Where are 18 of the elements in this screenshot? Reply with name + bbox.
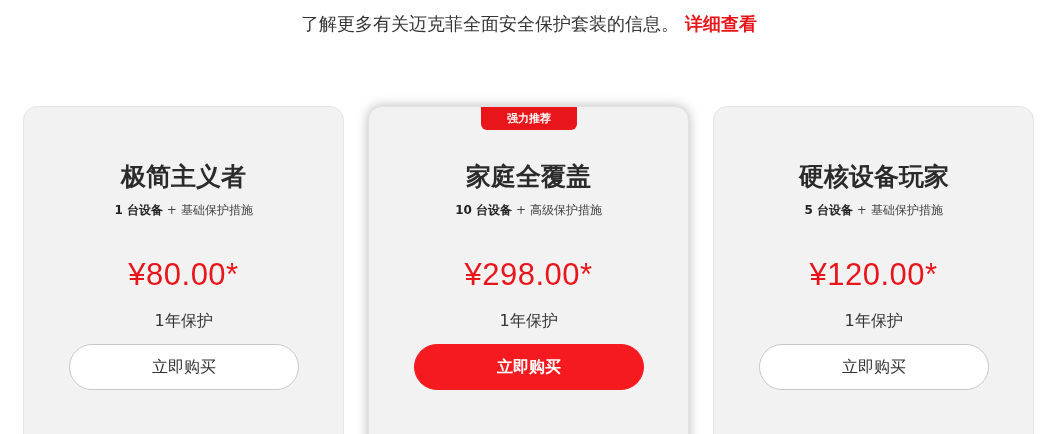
buy-button[interactable]: 立即购买 bbox=[68, 344, 299, 390]
intro-text: 了解更多有关迈克菲全面安全保护套装的信息。 bbox=[300, 12, 679, 36]
plan-price: ¥298.00* bbox=[464, 257, 593, 293]
plan-devices: 10 台设备 + 高级保护措施 bbox=[455, 202, 602, 219]
plan-price: ¥120.00* bbox=[809, 257, 938, 293]
plan-title: 家庭全覆盖 bbox=[466, 161, 591, 193]
plan-title: 极简主义者 bbox=[121, 161, 246, 193]
plan-term: 1年保护 bbox=[844, 311, 903, 332]
plan-devices: 1 台设备 + 基础保护措施 bbox=[114, 202, 253, 219]
plan-term: 1年保护 bbox=[154, 311, 213, 332]
plan-term: 1年保护 bbox=[499, 311, 558, 332]
recommended-badge: 强力推荐 bbox=[480, 107, 577, 130]
plan-devices: 5 台设备 + 基础保护措施 bbox=[804, 202, 943, 219]
buy-button[interactable]: 立即购买 bbox=[413, 344, 644, 390]
plan-price: ¥80.00* bbox=[128, 257, 239, 293]
buy-button[interactable]: 立即购买 bbox=[758, 344, 989, 390]
details-link[interactable]: 详细查看 bbox=[684, 12, 757, 36]
plan-title: 硬核设备玩家 bbox=[798, 161, 949, 193]
